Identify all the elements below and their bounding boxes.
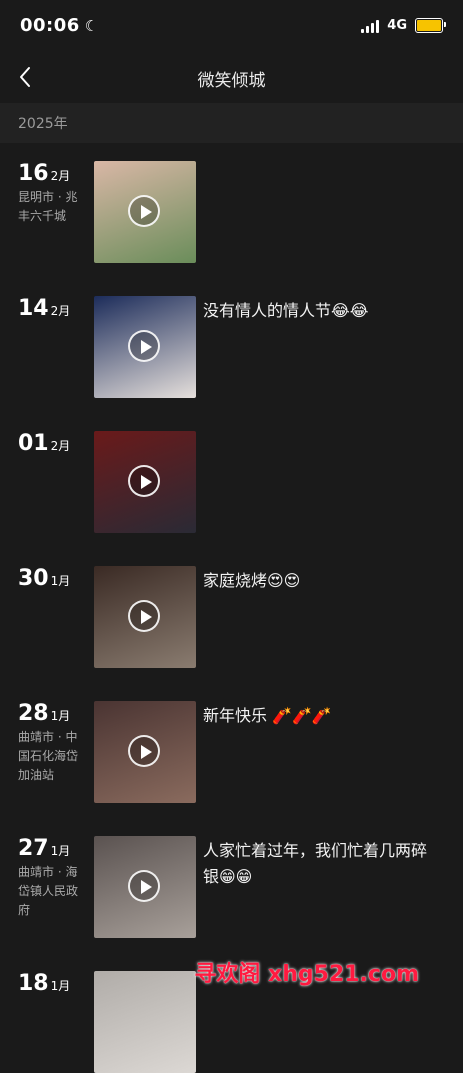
status-bar: 00:06 ☾ 4G bbox=[0, 0, 463, 55]
year-header: 2025年 bbox=[0, 103, 463, 143]
video-thumbnail[interactable] bbox=[94, 836, 196, 938]
play-icon[interactable] bbox=[128, 870, 160, 902]
video-thumbnail[interactable] bbox=[94, 971, 196, 1073]
entry-day: 28 bbox=[18, 701, 49, 726]
entry-month: 2月 bbox=[50, 304, 71, 318]
video-thumbnail[interactable] bbox=[94, 296, 196, 398]
entry-day: 27 bbox=[18, 836, 49, 861]
entry-day: 30 bbox=[18, 566, 49, 591]
entry-day: 14 bbox=[18, 296, 49, 321]
entry-day: 18 bbox=[18, 971, 49, 996]
entry-month: 2月 bbox=[50, 169, 71, 183]
status-indicators: 4G bbox=[361, 18, 446, 33]
nav-bar: 微笑倾城 bbox=[0, 55, 463, 101]
play-icon[interactable] bbox=[128, 600, 160, 632]
entry-day: 16 bbox=[18, 161, 49, 186]
entry-location: 曲靖市 · 中国石化海岱加油站 bbox=[18, 730, 79, 782]
chevron-left-icon[interactable] bbox=[14, 65, 38, 89]
battery-fill bbox=[417, 20, 441, 31]
entry-caption: 没有情人的情人节😂😂 bbox=[203, 301, 369, 320]
video-thumbnail[interactable] bbox=[94, 701, 196, 803]
entry-location: 曲靖市 · 海岱镇人民政府 bbox=[18, 865, 79, 917]
entry-month: 2月 bbox=[50, 439, 71, 453]
play-icon[interactable] bbox=[128, 735, 160, 767]
watermark-text: 寻欢阁 xhg521.com bbox=[194, 962, 419, 987]
entry-caption: 家庭烧烤😍😍 bbox=[203, 571, 301, 590]
entry-month: 1月 bbox=[50, 574, 71, 588]
entry-date: 14 2月 bbox=[18, 296, 88, 323]
play-icon[interactable] bbox=[128, 330, 160, 362]
page-title: 微笑倾城 bbox=[197, 70, 266, 91]
video-thumbnail[interactable] bbox=[94, 161, 196, 263]
entry-date: 27 1月 曲靖市 · 海岱镇人民政府 bbox=[18, 836, 88, 920]
entry-month: 1月 bbox=[50, 979, 71, 993]
entry-caption: 人家忙着过年，我们忙着几两碎银😁😁 bbox=[203, 841, 428, 886]
entry-caption: 新年快乐 🧨🧨🧨 bbox=[203, 706, 332, 725]
clock-text: 00:06 bbox=[20, 15, 80, 36]
video-thumbnail[interactable] bbox=[94, 431, 196, 533]
network-label: 4G bbox=[387, 18, 407, 33]
moon-icon: ☾ bbox=[84, 17, 99, 35]
play-icon[interactable] bbox=[128, 465, 160, 497]
entry-date: 30 1月 bbox=[18, 566, 88, 593]
thumbnail-image bbox=[94, 971, 196, 1073]
entry-month: 1月 bbox=[50, 709, 71, 723]
entry-date: 28 1月 曲靖市 · 中国石化海岱加油站 bbox=[18, 701, 88, 785]
battery-icon bbox=[415, 18, 446, 33]
signal-icon bbox=[361, 19, 380, 33]
video-thumbnail[interactable] bbox=[94, 566, 196, 668]
entry-location: 昆明市 · 兆丰六千城 bbox=[18, 190, 78, 223]
entry-date: 01 2月 bbox=[18, 431, 88, 458]
play-icon[interactable] bbox=[128, 195, 160, 227]
entry-month: 1月 bbox=[50, 844, 71, 858]
year-label: 2025年 bbox=[18, 116, 68, 132]
entry-day: 01 bbox=[18, 431, 49, 456]
entry-date: 18 1月 bbox=[18, 971, 88, 998]
status-time: 00:06 ☾ bbox=[20, 15, 99, 36]
entry-date: 16 2月 昆明市 · 兆丰六千城 bbox=[18, 161, 88, 226]
